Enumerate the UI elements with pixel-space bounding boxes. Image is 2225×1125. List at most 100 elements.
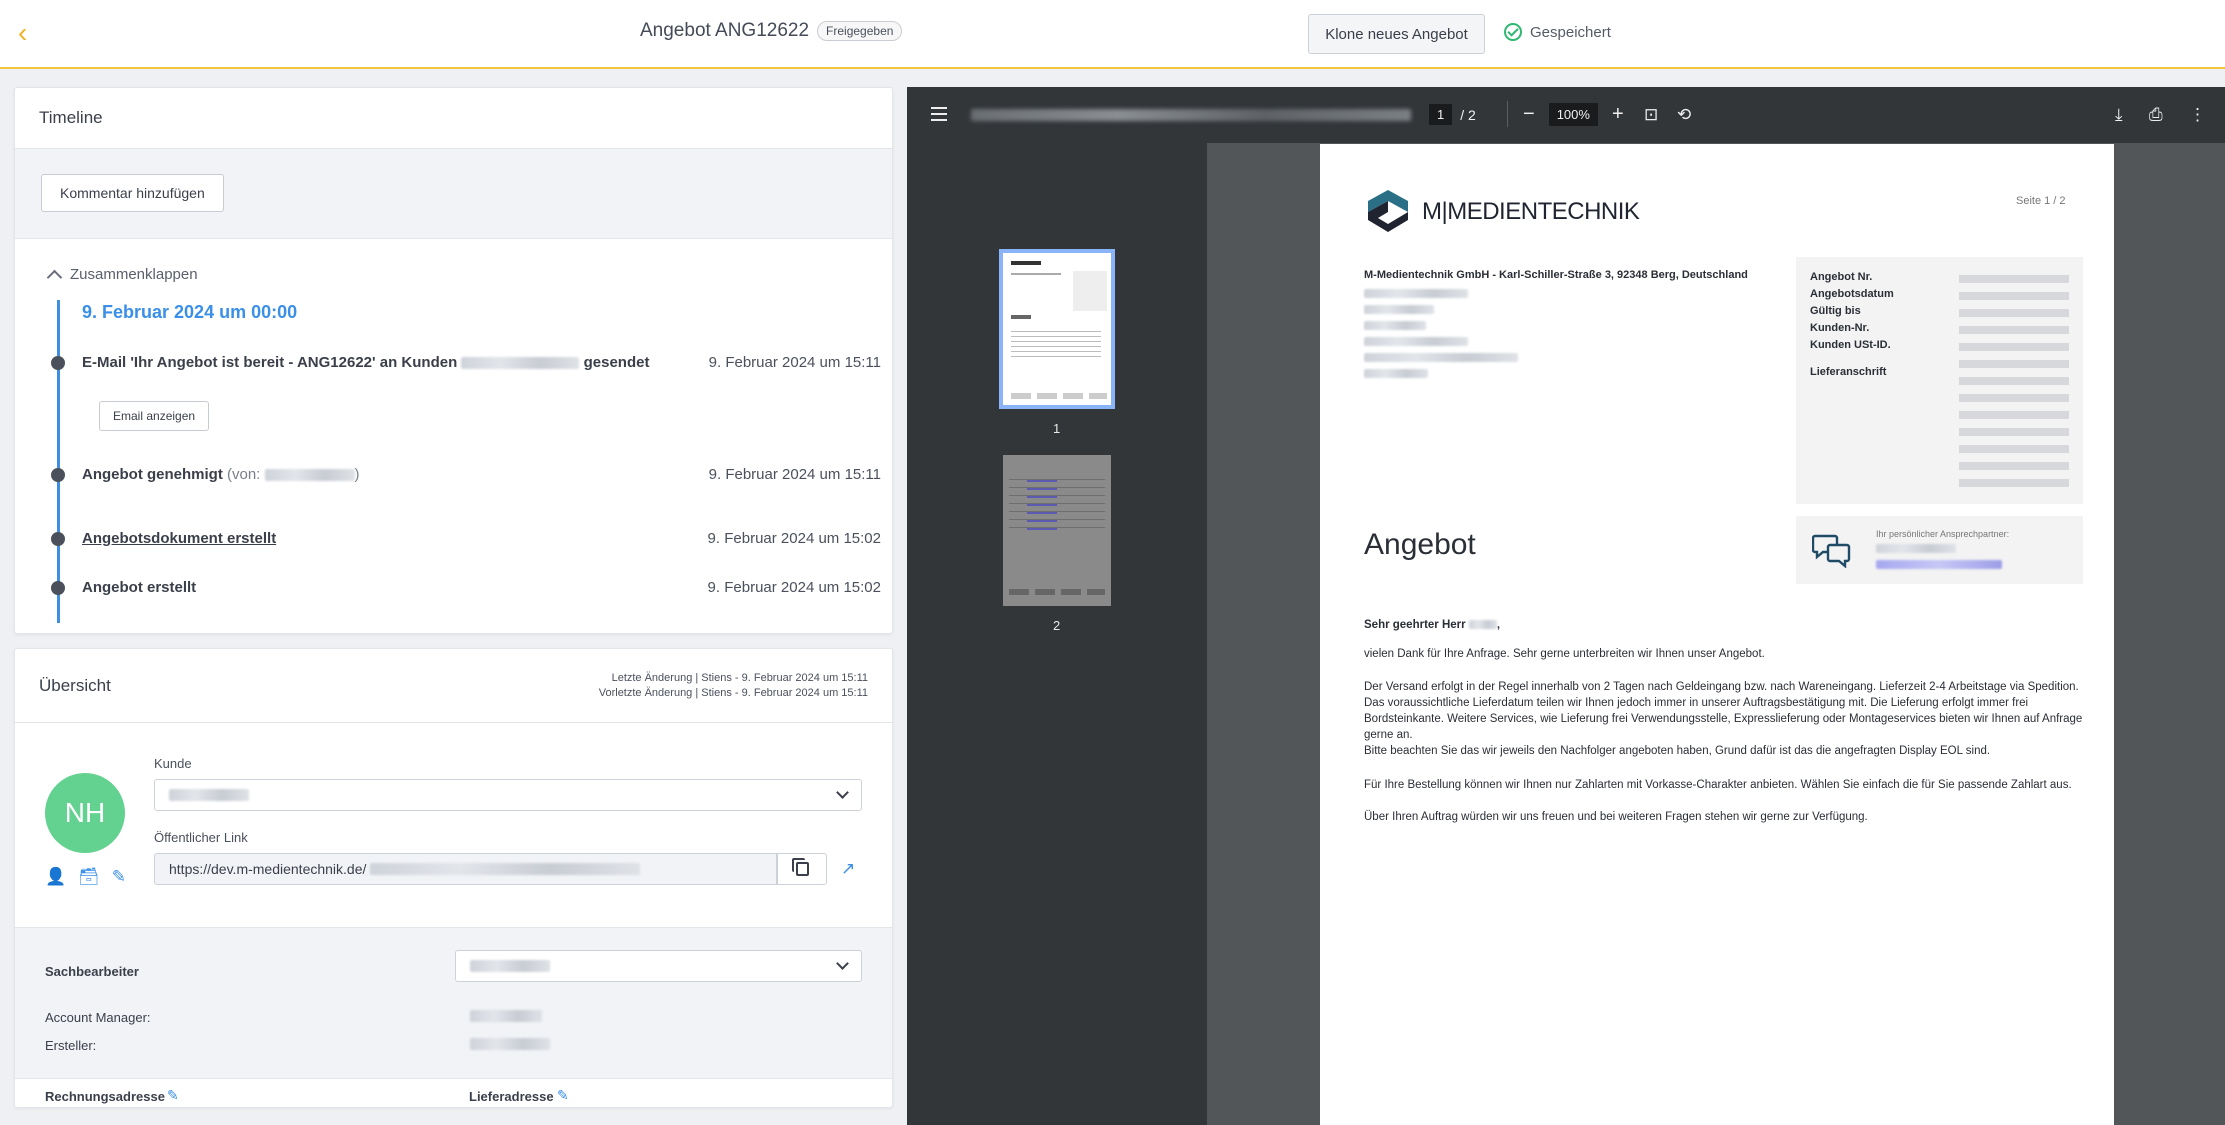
redacted-document-name [971, 109, 1411, 121]
timeline-line [57, 300, 60, 623]
logo-mark-icon [1368, 190, 1408, 232]
fit-page-icon[interactable]: ⊡ [1644, 105, 1658, 125]
left-column: Timeline Kommentar hinzufügen Zusammenkl… [14, 87, 893, 1108]
page-title: Angebot ANG12622 [640, 20, 810, 41]
archive-icon[interactable]: 🗃 [78, 867, 100, 887]
redacted-info-values [1959, 271, 2069, 493]
more-options-icon[interactable]: ⋮ [2189, 105, 2206, 125]
redacted-name [264, 469, 355, 482]
paragraph-payment: Für Ihre Bestellung können wir Ihnen nur… [1364, 779, 2072, 791]
back-chevron-icon[interactable]: ‹ [18, 18, 48, 48]
paragraph-closing: Über Ihren Auftrag würden wir uns freuen… [1364, 811, 1868, 823]
public-link-input[interactable]: https://dev.m-medientechnik.de/ [154, 853, 777, 885]
timeline-dot [51, 580, 65, 595]
redacted-customer [169, 789, 249, 801]
edit-icon[interactable]: ✎ [112, 867, 126, 887]
redacted-clerk [470, 960, 550, 972]
document-created-link[interactable]: Angebotsdokument erstellt [82, 530, 276, 547]
pdf-page: M|MEDIENTECHNIK Seite 1 / 2 M-Medientech… [1320, 144, 2114, 1125]
clerk-section: Sachbearbeiter Account Manager: Erstelle… [15, 927, 892, 1079]
add-comment-button[interactable]: Kommentar hinzufügen [41, 174, 224, 212]
approved-by-end: ) [354, 466, 360, 483]
top-bar: ‹ Angebot ANG12622 Freigegeben Klone neu… [0, 0, 2225, 69]
timeline-header: Timeline [15, 88, 892, 149]
timeline-dot [51, 355, 65, 370]
timeline-item-text: E-Mail 'Ihr Angebot ist bereit - ANG1262… [82, 354, 458, 371]
chevron-down-icon [836, 786, 849, 799]
creator-label: Ersteller: [45, 1038, 97, 1053]
public-link-value: https://dev.m-medientechnik.de/ [169, 861, 367, 877]
clone-offer-button[interactable]: Klone neues Angebot [1308, 14, 1485, 54]
edit-delivery-icon[interactable]: ✎ [557, 1087, 569, 1104]
rotate-icon[interactable]: ⟲ [1677, 105, 1691, 125]
customer-label: Kunde [154, 756, 192, 771]
info-label: Gültig bis [1810, 305, 1861, 317]
clerk-label: Sachbearbeiter [45, 964, 139, 979]
info-label: Angebotsdatum [1810, 288, 1894, 300]
saved-status: Gespeichert [1504, 23, 1611, 41]
zoom-controls: − 100% + [1511, 103, 1624, 126]
redacted-contact-name [1876, 544, 1956, 553]
thumbnail-page-1[interactable] [999, 249, 1115, 409]
public-link-label: Öffentlicher Link [154, 830, 248, 845]
timeline-item: Angebotsdokument erstellt 9. Februar 202… [51, 530, 881, 547]
chevron-down-icon [836, 957, 849, 970]
title-area: Angebot ANG12622 Freigegeben [640, 20, 903, 42]
delivery-address-label: Lieferadresse [469, 1089, 554, 1104]
timeline-item-text: Angebot erstellt [82, 579, 197, 596]
overview-title: Übersicht [39, 675, 111, 695]
info-label: Angebot Nr. [1810, 271, 1873, 283]
zoom-in-icon[interactable]: + [1612, 103, 1624, 126]
last-change: Letzte Änderung | Stiens - 9. Februar 20… [611, 671, 868, 684]
customer-select[interactable] [154, 779, 862, 811]
thumbnail-panel: 1 2 [907, 143, 1207, 1125]
zoom-value[interactable]: 100% [1548, 103, 1598, 126]
chat-bubbles-icon [1812, 534, 1851, 568]
clerk-select[interactable] [455, 950, 862, 982]
overview-card: Übersicht Letzte Änderung | Stiens - 9. … [14, 648, 893, 1108]
logo-text: M|MEDIENTECHNIK [1422, 198, 1640, 225]
timeline-item-time: 9. Februar 2024 um 15:02 [707, 579, 881, 596]
show-email-button[interactable]: Email anzeigen [99, 401, 210, 431]
redacted-contact-email [1876, 560, 2002, 569]
edit-billing-icon[interactable]: ✎ [167, 1087, 179, 1104]
toolbar-divider [1507, 101, 1508, 127]
billing-address-label: Rechnungsadresse [45, 1089, 165, 1104]
timeline-dot [51, 467, 65, 482]
chevron-up-icon [46, 269, 63, 286]
redacted-account-manager [470, 1010, 542, 1022]
thumbnail-page-2[interactable] [1003, 455, 1111, 606]
menu-icon[interactable] [931, 107, 947, 121]
contact-box: Ihr persönlicher Ansprechpartner: [1796, 516, 2083, 584]
info-label: Kunden-Nr. [1810, 322, 1870, 334]
account-manager-label: Account Manager: [45, 1010, 151, 1025]
redacted-email [461, 357, 580, 370]
timeline-card: Timeline Kommentar hinzufügen Zusammenkl… [14, 87, 893, 634]
timeline-item: Angebot genehmigt (von: ) 9. Februar 202… [51, 466, 881, 483]
timeline-date-heading: 9. Februar 2024 um 00:00 [82, 302, 298, 322]
timeline-dot [51, 531, 65, 546]
timeline-item-text-end: gesendet [583, 354, 650, 371]
print-icon[interactable]: ⎙ [2149, 105, 2163, 125]
pdf-viewer: 1 / 2 − 100% + ⊡ ⟲ ⤓ ⎙ ⋮ 1 2 M|MEDIENTEC… [907, 87, 2225, 1125]
zoom-out-icon[interactable]: − [1523, 103, 1535, 126]
avatar: NH [45, 773, 125, 853]
document-title: Angebot [1364, 528, 1476, 561]
download-icon[interactable]: ⤓ [2115, 105, 2123, 125]
page-label: Seite 1 / 2 [2016, 195, 2066, 207]
redacted-recipient-address [1364, 289, 1518, 378]
info-label: Kunden USt-ID. [1810, 339, 1891, 351]
timeline-item-time: 9. Februar 2024 um 15:11 [708, 354, 881, 371]
company-logo: M|MEDIENTECHNIK [1364, 188, 1640, 236]
page-number-input[interactable]: 1 [1429, 104, 1453, 125]
collapse-toggle[interactable]: Zusammenklappen [46, 266, 198, 286]
copy-icon [791, 858, 809, 876]
timeline-item-text: Angebot genehmigt [82, 466, 223, 483]
page-total: / 2 [1460, 106, 1476, 123]
copy-link-button[interactable] [777, 853, 827, 885]
add-user-icon[interactable]: 👤 [45, 867, 66, 887]
viewer-toolbar: 1 / 2 − 100% + ⊡ ⟲ ⤓ ⎙ ⋮ [907, 87, 2225, 143]
redacted-creator [470, 1038, 550, 1050]
external-link-icon[interactable]: ↗ [841, 859, 855, 879]
timeline-item-time: 9. Februar 2024 um 15:02 [707, 530, 881, 547]
